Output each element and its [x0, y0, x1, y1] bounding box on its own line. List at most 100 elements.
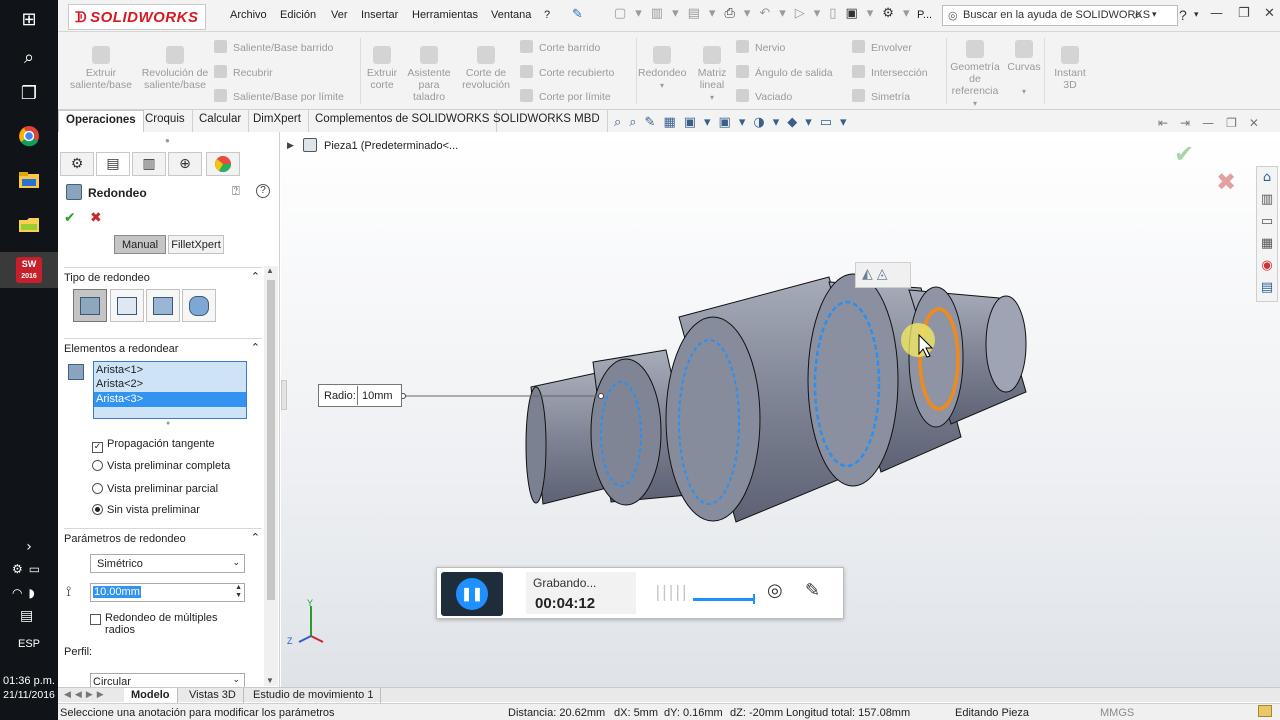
- elementos-header[interactable]: Elementos a redondear ⌃: [64, 338, 262, 356]
- spinner-icon[interactable]: ▲ ▼: [235, 584, 242, 600]
- face-fillet-button[interactable]: [146, 289, 180, 322]
- cancel-x-icon[interactable]: ✖: [90, 210, 102, 226]
- panel-scrollbar[interactable]: ▲ ▼: [264, 266, 278, 686]
- volume-slider-handle[interactable]: [753, 594, 755, 604]
- collapse-icon[interactable]: ⌃: [251, 531, 260, 544]
- folder-icon[interactable]: [14, 210, 44, 240]
- curvas-button[interactable]: Curvas ▾: [1006, 40, 1042, 98]
- edge-list-item[interactable]: Arista<2>: [94, 377, 246, 392]
- pen-icon[interactable]: ✎: [805, 580, 820, 601]
- search-icon[interactable]: ⌕: [14, 42, 44, 72]
- quick-access-toolbar[interactable]: ▢▾▥▾▤▾⎙▾↶▾▷▾▯▣▾⚙▾: [614, 6, 918, 21]
- solidworks-logo[interactable]: ᗫ SOLIDWORKS: [68, 4, 206, 30]
- edges-selection-box[interactable]: Arista<1> Arista<2> Arista<3>: [93, 361, 247, 419]
- scrollbar-thumb[interactable]: [267, 280, 275, 600]
- language-indicator[interactable]: ESP: [0, 638, 58, 650]
- collapse-icon[interactable]: ⌃: [251, 270, 260, 283]
- corte-limite-button[interactable]: Corte por límite: [520, 89, 611, 103]
- file-explorer-pane-icon[interactable]: ▭: [1257, 211, 1277, 233]
- extruir-saliente-button[interactable]: Extruir saliente/base: [66, 46, 136, 91]
- search-dropdown-icon[interactable]: ▾: [1152, 9, 1157, 20]
- parametros-header[interactable]: Parámetros de redondeo ⌃: [64, 528, 262, 546]
- asistente-taladro-button[interactable]: Asistente para taladro: [402, 46, 456, 103]
- bottom-tab-estudio-de-movimiento-1[interactable]: Estudio de movimiento 1: [246, 688, 382, 703]
- matriz-lineal-button[interactable]: Matriz lineal ▾: [690, 46, 734, 104]
- bottom-tab-modelo[interactable]: Modelo: [124, 688, 178, 703]
- menu-item[interactable]: Edición: [280, 9, 316, 21]
- pin-icon[interactable]: ✎: [572, 7, 583, 22]
- tab-croquis[interactable]: Croquis: [138, 110, 193, 132]
- tab-solidworks-mbd[interactable]: SOLIDWORKS MBD: [486, 110, 608, 132]
- help-dropdown-icon[interactable]: ▾: [1194, 9, 1199, 20]
- whats-new-help-icon[interactable]: ⍰: [232, 184, 240, 199]
- propagacion-tangente-checkbox[interactable]: ✓ Propagación tangente: [92, 438, 215, 453]
- symmetric-select[interactable]: Simétrico ⌄: [90, 554, 245, 573]
- splitter-handle[interactable]: ●: [165, 136, 170, 145]
- corte-recubierto-button[interactable]: Corte recubierto: [520, 65, 614, 79]
- saliente-barrido-button[interactable]: Saliente/Base barrido: [214, 40, 333, 54]
- sin-vista-radio[interactable]: Sin vista preliminar: [92, 504, 200, 516]
- menu-item[interactable]: Ver: [331, 9, 348, 21]
- revolucion-saliente-button[interactable]: Revolución de saliente/base: [140, 46, 210, 91]
- list-resize-handle[interactable]: ●: [166, 420, 170, 427]
- help-icon[interactable]: ?: [256, 184, 270, 198]
- radio-icon[interactable]: [92, 483, 103, 494]
- clock-date[interactable]: 21/11/2016: [0, 689, 58, 701]
- tab-dimxpert[interactable]: DimXpert: [246, 110, 309, 132]
- recorder-pause-area[interactable]: ❚❚: [441, 572, 503, 616]
- callout-value[interactable]: 10mm: [357, 386, 401, 405]
- corte-revolucion-button[interactable]: Corte de revolución: [458, 46, 514, 91]
- network-volume-icons[interactable]: ◠◗: [12, 586, 41, 600]
- close-icon[interactable]: ✕: [1264, 6, 1275, 21]
- radius-callout[interactable]: Radio: 10mm: [318, 384, 402, 407]
- display-manager-tab-icon[interactable]: [206, 152, 240, 176]
- vista-parcial-radio[interactable]: Vista preliminar parcial: [92, 483, 218, 495]
- status-units[interactable]: MMGS: [1100, 707, 1134, 719]
- vaciado-button[interactable]: Vaciado: [736, 89, 792, 103]
- tab-complementos-de-solidworks[interactable]: Complementos de SOLIDWORKS: [308, 110, 498, 132]
- tab-scroll-arrows-icon[interactable]: ◀◀▶▶: [64, 689, 108, 700]
- menu-item[interactable]: Insertar: [361, 9, 398, 21]
- manual-button[interactable]: Manual: [114, 235, 166, 254]
- help-button[interactable]: ?: [1179, 7, 1187, 23]
- pause-icon[interactable]: ❚❚: [456, 578, 488, 610]
- nervio-button[interactable]: Nervio: [736, 40, 785, 54]
- checkbox-unchecked-icon[interactable]: [90, 614, 101, 625]
- confirm-corner-cancel-icon[interactable]: ✖: [1216, 168, 1236, 196]
- notifications-icon[interactable]: ▤: [20, 608, 33, 624]
- custom-properties-icon[interactable]: ▤: [1257, 277, 1277, 299]
- home-icon[interactable]: ⌂: [1257, 167, 1277, 189]
- multiples-radios-checkbox[interactable]: Redondeo de múltiples radios: [90, 612, 240, 636]
- restore-icon[interactable]: ❐: [1238, 6, 1250, 21]
- envolver-button[interactable]: Envolver: [852, 40, 912, 54]
- solidworks-taskbar-button[interactable]: SW 2016: [0, 252, 58, 288]
- menu-item[interactable]: Ventana: [491, 9, 531, 21]
- full-round-fillet-button[interactable]: [182, 289, 216, 322]
- dimxpert-tab-icon[interactable]: ⊕: [168, 152, 202, 176]
- scroll-down-icon[interactable]: ▼: [266, 676, 274, 685]
- vista-completa-radio[interactable]: Vista preliminar completa: [92, 460, 230, 472]
- viewport-window-controls[interactable]: ⇤⇥—❐✕: [1158, 116, 1271, 130]
- menu-item[interactable]: Herramientas: [412, 9, 478, 21]
- radius-input[interactable]: 10.00mm ▲ ▼: [90, 583, 245, 602]
- scroll-up-icon[interactable]: ▲: [266, 266, 274, 275]
- geometria-referencia-button[interactable]: Geometría de referencia ▾: [946, 40, 1004, 110]
- search-icon[interactable]: ⌕: [1134, 5, 1142, 23]
- chevron-up-icon[interactable]: ›: [14, 532, 44, 562]
- saliente-limite-button[interactable]: Saliente/Base por límite: [214, 89, 344, 103]
- volume-slider[interactable]: [693, 598, 755, 601]
- profile-select[interactable]: Circular ⌄: [90, 673, 245, 687]
- corte-barrido-button[interactable]: Corte barrido: [520, 40, 600, 54]
- view-palette-icon[interactable]: ▦: [1257, 233, 1277, 255]
- bottom-tab-vistas-3d[interactable]: Vistas 3D: [182, 688, 244, 703]
- interseccion-button[interactable]: Intersección: [852, 65, 928, 79]
- property-manager-tab-icon[interactable]: ▤: [96, 152, 130, 176]
- instant3d-button[interactable]: Instant 3D: [1048, 46, 1092, 91]
- shaft-end-face[interactable]: [985, 295, 1027, 393]
- clock-time[interactable]: 01:36 p.m.: [0, 675, 58, 687]
- checkbox-checked-icon[interactable]: ✓: [92, 442, 103, 453]
- appearances-icon[interactable]: ◉: [1257, 255, 1277, 277]
- tipo-redondeo-header[interactable]: Tipo de redondeo ⌃: [64, 267, 262, 285]
- extruir-corte-button[interactable]: Extruir corte: [364, 46, 400, 91]
- design-library-icon[interactable]: ▥: [1257, 189, 1277, 211]
